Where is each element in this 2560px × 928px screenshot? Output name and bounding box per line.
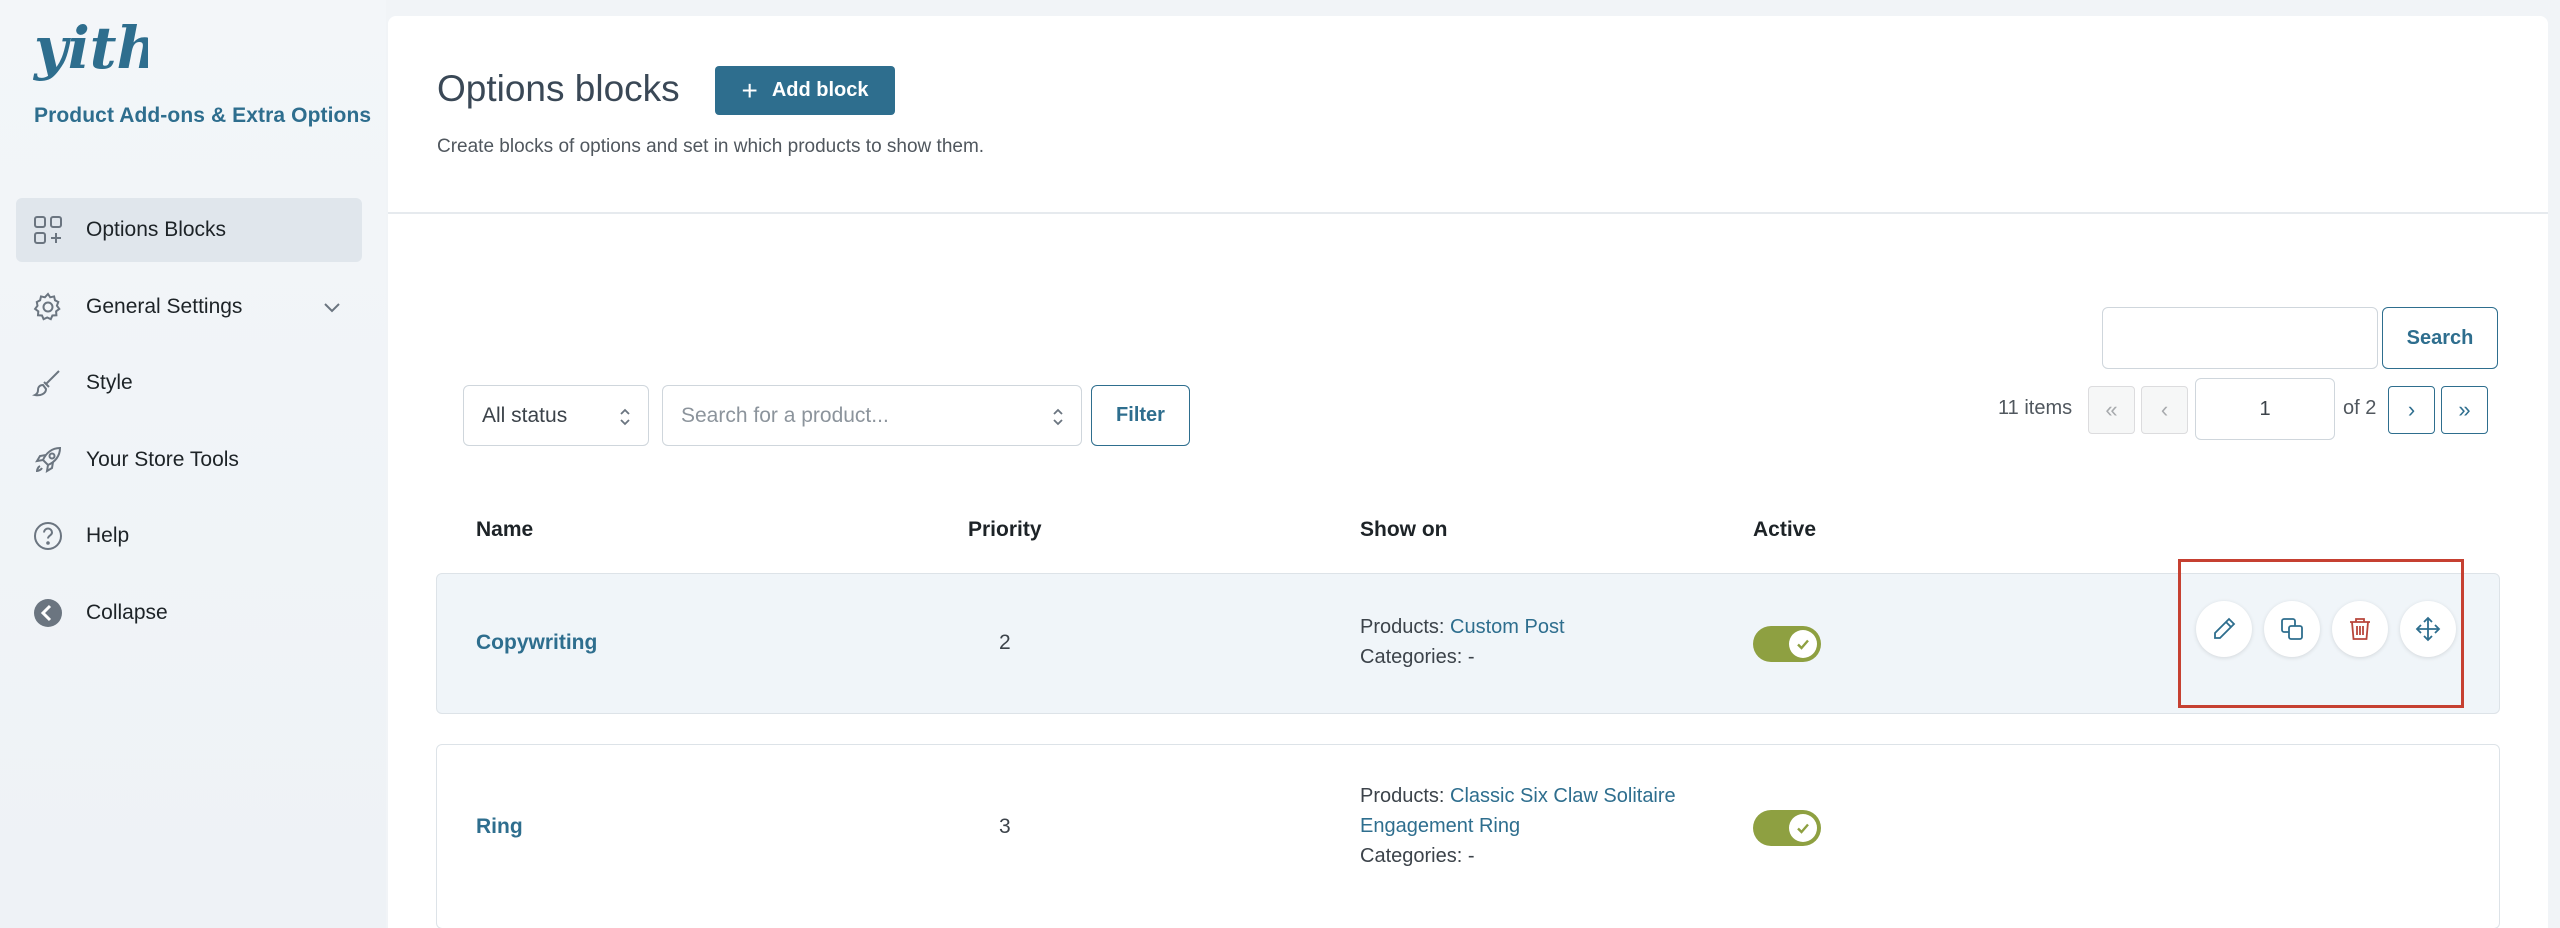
active-toggle[interactable] xyxy=(1753,626,1821,662)
product-search-placeholder: Search for a product... xyxy=(681,403,889,427)
pencil-icon xyxy=(2214,617,2236,639)
header-divider xyxy=(388,212,2548,214)
row-actions-highlight xyxy=(2178,559,2464,708)
categories-value: - xyxy=(1467,646,1475,668)
rocket-icon xyxy=(30,442,66,478)
chevron-down-icon[interactable] xyxy=(320,295,344,319)
sidebar-item-label: General Settings xyxy=(86,294,243,318)
page-description: Create blocks of options and set in whic… xyxy=(437,136,985,157)
block-name-link[interactable]: Copywriting xyxy=(476,631,597,655)
active-toggle[interactable] xyxy=(1753,810,1821,846)
check-icon xyxy=(1797,639,1809,650)
block-show-on: Products: Classic Six Claw Solitaire Eng… xyxy=(1360,781,1676,871)
add-block-label: Add block xyxy=(771,79,869,101)
toggle-knob xyxy=(1789,630,1817,658)
move-button[interactable] xyxy=(2400,601,2456,657)
items-count: 11 items xyxy=(1998,397,2073,419)
yith-logo[interactable]: yith xyxy=(32,14,159,88)
sidebar-item-label: Collapse xyxy=(86,600,168,624)
block-priority: 2 xyxy=(999,631,1011,654)
prev-page-button: ‹ xyxy=(2141,386,2188,434)
updown-chevron-icon xyxy=(620,408,630,426)
delete-button[interactable] xyxy=(2332,601,2388,657)
plugin-name: Product Add-ons & Extra Options xyxy=(34,104,372,127)
block-priority: 3 xyxy=(999,815,1011,838)
svg-text:yith: yith xyxy=(32,14,148,82)
sidebar-item-collapse[interactable]: Collapse xyxy=(16,581,362,645)
yith-logo-icon: yith xyxy=(32,14,159,82)
collapse-arrow-icon xyxy=(30,595,66,631)
next-page-button[interactable]: › xyxy=(2388,386,2435,434)
products-label: Products: xyxy=(1360,785,1445,807)
column-header-name[interactable]: Name xyxy=(476,518,533,542)
block-name-link[interactable]: Ring xyxy=(476,815,523,839)
sidebar-item-help[interactable]: Help xyxy=(16,504,362,568)
sidebar-item-options-blocks[interactable]: Options Blocks xyxy=(16,198,362,262)
column-header-active: Active xyxy=(1753,518,1817,541)
blocks-icon xyxy=(30,212,66,248)
edit-button[interactable] xyxy=(2196,601,2252,657)
first-page-button: « xyxy=(2088,386,2135,434)
total-pages: of 2 xyxy=(2343,397,2377,419)
updown-chevron-icon xyxy=(1053,408,1063,426)
current-page-input[interactable] xyxy=(2195,378,2335,440)
filter-button[interactable]: Filter xyxy=(1091,385,1190,446)
search-button[interactable]: Search xyxy=(2382,307,2498,369)
product-link[interactable]: Custom Post xyxy=(1450,616,1564,638)
products-label: Products: xyxy=(1360,616,1445,638)
help-icon xyxy=(30,518,66,554)
plus-icon: + xyxy=(741,74,758,106)
categories-label: Categories: xyxy=(1360,646,1463,668)
status-select-value: All status xyxy=(482,403,568,427)
sidebar: yith Product Add-ons & Extra Options Opt… xyxy=(0,0,386,928)
duplicate-icon xyxy=(2281,618,2303,640)
sidebar-nav: Options Blocks General Settings Style Yo… xyxy=(16,198,362,657)
block-show-on: Products: Custom Post Categories: - xyxy=(1360,612,1565,672)
sidebar-item-label: Style xyxy=(86,371,133,394)
column-header-priority[interactable]: Priority xyxy=(968,518,1042,542)
product-link-continued[interactable]: Engagement Ring xyxy=(1360,815,1520,837)
check-icon xyxy=(1797,823,1809,834)
table-row: Ring 3 Products: Classic Six Claw Solita… xyxy=(436,744,2500,928)
categories-label: Categories: xyxy=(1360,845,1463,867)
gear-icon xyxy=(30,289,66,325)
categories-value: - xyxy=(1467,845,1475,867)
sidebar-item-label: Options Blocks xyxy=(86,218,227,241)
sidebar-item-general-settings[interactable]: General Settings xyxy=(16,275,362,339)
search-input[interactable] xyxy=(2102,307,2378,369)
brush-icon xyxy=(30,365,66,401)
page-title: Options blocks xyxy=(437,68,680,109)
duplicate-button[interactable] xyxy=(2264,601,2320,657)
move-icon xyxy=(2415,616,2441,642)
status-select[interactable]: All status xyxy=(463,385,649,446)
product-link[interactable]: Classic Six Claw Solitaire xyxy=(1450,785,1676,807)
sidebar-item-label: Your Store Tools xyxy=(86,447,239,471)
column-header-show-on: Show on xyxy=(1360,518,1448,541)
trash-icon xyxy=(2350,618,2370,640)
sidebar-item-style[interactable]: Style xyxy=(16,351,362,415)
add-block-button[interactable]: + Add block xyxy=(715,66,895,115)
sidebar-item-label: Help xyxy=(86,524,130,547)
product-search-select[interactable]: Search for a product... xyxy=(662,385,1082,446)
toggle-knob xyxy=(1789,814,1817,842)
sidebar-item-store-tools[interactable]: Your Store Tools xyxy=(16,428,362,492)
main-panel: Options blocks + Add block Create blocks… xyxy=(388,16,2548,928)
last-page-button[interactable]: » xyxy=(2441,386,2488,434)
